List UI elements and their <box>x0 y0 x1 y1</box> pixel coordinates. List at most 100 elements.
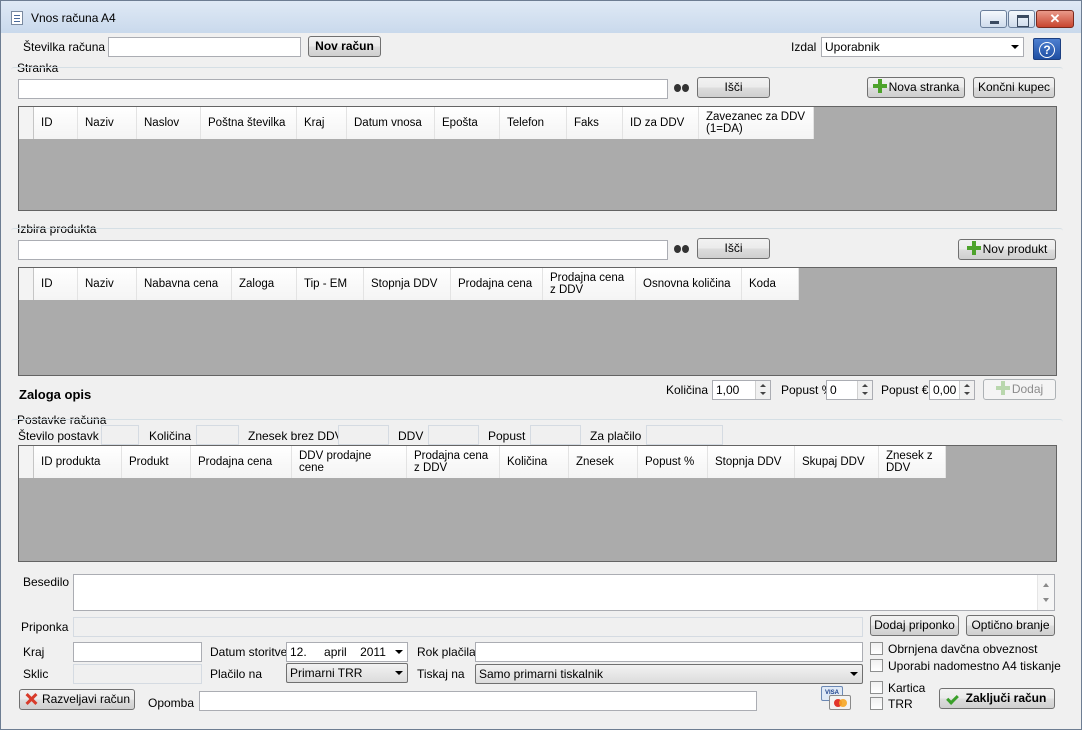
row-header <box>19 446 34 478</box>
items-col[interactable]: Prodajna cena <box>191 446 292 478</box>
close-button[interactable]: ✕ <box>1036 10 1074 28</box>
window-title: Vnos računa A4 <box>31 11 116 25</box>
reverse-charge-checkbox[interactable] <box>870 642 883 655</box>
product-col[interactable]: Stopnja DDV <box>364 268 451 300</box>
stock-description: Zaloga opis <box>19 387 92 402</box>
customer-search-input[interactable] <box>18 79 668 99</box>
payment-to-select[interactable]: Primarni TRR <box>286 663 408 683</box>
minimize-button[interactable] <box>980 10 1007 28</box>
chevron-down-icon <box>395 671 403 675</box>
spin-arrows-icon[interactable] <box>755 381 770 399</box>
close-invoice-button[interactable]: Zaključi račun <box>939 688 1055 709</box>
scrollbar[interactable] <box>1037 575 1054 610</box>
discount-eur-value: 0,00 <box>933 383 957 397</box>
row-header <box>19 107 34 139</box>
items-col[interactable]: Skupaj DDV <box>795 446 879 478</box>
product-search-input[interactable] <box>18 240 668 260</box>
issued-by-select[interactable]: Uporabnik <box>821 37 1024 57</box>
discount-pct-label: Popust % <box>781 383 833 397</box>
add-item-button[interactable]: Dodaj <box>983 379 1056 400</box>
invoice-number-input[interactable] <box>108 37 301 57</box>
discount-eur-label: Popust € <box>881 383 929 397</box>
help-button[interactable]: ? <box>1033 38 1061 60</box>
new-customer-button[interactable]: Nova stranka <box>867 77 965 98</box>
discount-field <box>530 425 581 445</box>
product-col[interactable]: Tip - EM <box>297 268 364 300</box>
card-checkbox[interactable] <box>870 681 883 694</box>
delete-icon <box>24 692 38 706</box>
product-col[interactable]: Zaloga <box>232 268 297 300</box>
maximize-button[interactable] <box>1008 10 1035 28</box>
note-input[interactable] <box>199 691 757 711</box>
product-col[interactable]: Naziv <box>78 268 137 300</box>
product-grid-header: ID Naziv Nabavna cena Zaloga Tip - EM St… <box>19 268 799 300</box>
vat-label: DDV <box>398 429 424 443</box>
items-col[interactable]: Količina <box>500 446 569 478</box>
items-grid-header: ID produkta Produkt Prodajna cena DDV pr… <box>19 446 946 478</box>
place-input[interactable] <box>73 642 202 662</box>
product-col[interactable]: Osnovna količina <box>636 268 742 300</box>
customer-col[interactable]: Telefon <box>500 107 567 139</box>
payment-to-label: Plačilo na <box>210 667 263 681</box>
customer-search-button[interactable]: Išči <box>697 77 770 98</box>
cancel-invoice-button[interactable]: Razveljavi račun <box>19 689 135 710</box>
item-count-field <box>101 425 139 445</box>
cancel-invoice-label: Razveljavi račun <box>41 692 131 706</box>
items-grid[interactable]: ID produkta Produkt Prodajna cena DDV pr… <box>18 445 1057 562</box>
spin-arrows-icon[interactable] <box>857 381 872 399</box>
trr-checkbox[interactable] <box>870 697 883 710</box>
product-col[interactable]: Prodajna cena z DDV <box>543 268 636 300</box>
product-col[interactable]: Prodajna cena <box>451 268 543 300</box>
mastercard-icon <box>829 695 851 710</box>
service-date-picker[interactable]: 12. april 2011 <box>286 642 408 662</box>
new-product-label: Nov produkt <box>982 242 1048 256</box>
optical-read-button[interactable]: Optično branje <box>966 615 1055 636</box>
reference-label: Sklic <box>23 667 49 681</box>
close-invoice-label: Zaključi račun <box>965 691 1047 705</box>
discount-pct-value: 0 <box>830 383 837 397</box>
items-col[interactable]: DDV prodajne cene <box>292 446 407 478</box>
items-col[interactable]: Stopnja DDV <box>708 446 795 478</box>
add-item-label: Dodaj <box>1011 382 1044 396</box>
quantity-stepper[interactable]: 1,00 <box>712 380 771 400</box>
items-col[interactable]: Prodajna cena z DDV <box>407 446 500 478</box>
discount-pct-stepper[interactable]: 0 <box>826 380 873 400</box>
customer-col[interactable]: ID za DDV <box>623 107 699 139</box>
a4-alt-checkbox[interactable] <box>870 659 883 672</box>
customer-col[interactable]: Datum vnosa <box>347 107 435 139</box>
items-col[interactable]: Znesek <box>569 446 638 478</box>
new-product-button[interactable]: Nov produkt <box>958 239 1056 260</box>
product-search-button[interactable]: Išči <box>697 238 770 259</box>
card-label: Kartica <box>888 681 926 695</box>
add-attachment-button[interactable]: Dodaj priponko <box>870 615 959 636</box>
text-area[interactable] <box>73 574 1055 611</box>
product-col[interactable]: Koda <box>742 268 799 300</box>
customer-col[interactable]: Zavezanec za DDV (1=DA) <box>699 107 814 139</box>
customer-grid-header: ID Naziv Naslov Poštna številka Kraj Dat… <box>19 107 814 139</box>
customer-col[interactable]: Naziv <box>78 107 137 139</box>
spin-arrows-icon[interactable] <box>959 381 974 399</box>
customer-col[interactable]: Naslov <box>137 107 201 139</box>
customer-col[interactable]: ID <box>34 107 78 139</box>
print-to-select[interactable]: Samo primarni tiskalnik <box>475 664 863 684</box>
customer-col[interactable]: Faks <box>567 107 623 139</box>
due-input[interactable] <box>475 642 863 662</box>
customer-grid[interactable]: ID Naziv Naslov Poštna številka Kraj Dat… <box>18 106 1057 211</box>
attachment-field <box>73 617 863 637</box>
place-label: Kraj <box>23 645 45 659</box>
vat-field <box>428 425 479 445</box>
items-col[interactable]: Produkt <box>122 446 191 478</box>
product-col[interactable]: ID <box>34 268 78 300</box>
end-customer-button[interactable]: Končni kupec <box>973 77 1055 98</box>
customer-col[interactable]: Kraj <box>297 107 347 139</box>
items-col[interactable]: Popust % <box>638 446 708 478</box>
customer-col[interactable]: Poštna številka <box>201 107 297 139</box>
items-col[interactable]: ID produkta <box>34 446 122 478</box>
amount-no-vat-label: Znesek brez DDV <box>248 429 343 443</box>
discount-eur-stepper[interactable]: 0,00 <box>929 380 975 400</box>
product-grid[interactable]: ID Naziv Nabavna cena Zaloga Tip - EM St… <box>18 267 1057 376</box>
items-col[interactable]: Znesek z DDV <box>879 446 946 478</box>
customer-col[interactable]: Epošta <box>435 107 500 139</box>
new-invoice-button[interactable]: Nov račun <box>308 36 381 57</box>
product-col[interactable]: Nabavna cena <box>137 268 232 300</box>
